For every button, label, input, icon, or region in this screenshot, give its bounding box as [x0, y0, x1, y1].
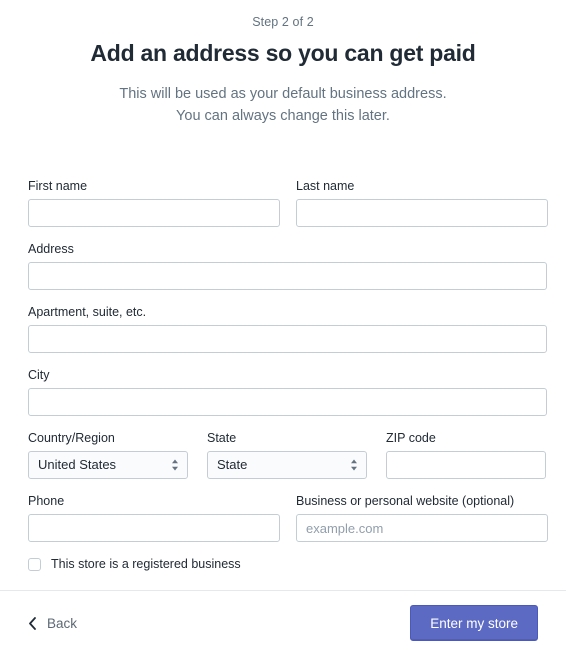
address-label: Address	[28, 242, 74, 256]
footer-bar: Back Enter my store	[0, 591, 566, 655]
address-form: First name Last name Address Apartment, …	[28, 178, 548, 572]
registered-business-row[interactable]: This store is a registered business	[28, 556, 547, 572]
page-subtitle: This will be used as your default busine…	[0, 83, 566, 127]
location-row: Country/Region United States State State	[28, 430, 547, 479]
phone-label: Phone	[28, 494, 65, 508]
city-field: City	[28, 367, 547, 416]
registered-business-label: This store is a registered business	[51, 557, 241, 571]
page-title: Add an address so you can get paid	[90, 40, 476, 66]
subtitle-line-2: You can always change this later.	[176, 108, 390, 125]
state-field: State State	[207, 430, 367, 479]
registered-business-checkbox[interactable]	[28, 557, 41, 571]
zip-field: ZIP code	[386, 430, 546, 479]
state-select[interactable]: State	[207, 451, 367, 479]
website-label: Business or personal website (optional)	[296, 494, 515, 508]
first-name-field: First name	[28, 178, 280, 227]
first-name-input[interactable]	[28, 199, 280, 227]
country-label: Country/Region	[28, 431, 115, 445]
back-button[interactable]: Back	[28, 616, 77, 631]
zip-input[interactable]	[386, 451, 546, 479]
enter-my-store-button[interactable]: Enter my store	[410, 605, 538, 641]
country-select-wrap: United States	[28, 451, 188, 479]
phone-input[interactable]	[28, 514, 280, 542]
website-input[interactable]	[296, 514, 548, 542]
state-select-wrap: State	[207, 451, 367, 479]
country-field: Country/Region United States	[28, 430, 188, 479]
city-input[interactable]	[28, 388, 547, 416]
address-input[interactable]	[28, 262, 547, 290]
city-label: City	[28, 368, 50, 382]
last-name-input[interactable]	[296, 199, 548, 227]
phone-field: Phone	[28, 493, 280, 542]
back-button-label: Back	[47, 615, 78, 631]
website-field: Business or personal website (optional)	[296, 493, 548, 542]
step-indicator: Step 2 of 2	[252, 15, 314, 29]
apartment-label: Apartment, suite, etc.	[28, 305, 147, 319]
contact-row: Phone Business or personal website (opti…	[28, 493, 548, 542]
apartment-input[interactable]	[28, 325, 547, 353]
country-select[interactable]: United States	[28, 451, 188, 479]
state-label: State	[207, 431, 237, 445]
address-field: Address	[28, 241, 547, 290]
apartment-field: Apartment, suite, etc.	[28, 304, 547, 353]
name-row: First name Last name	[28, 178, 548, 227]
subtitle-line-1: This will be used as your default busine…	[119, 86, 447, 103]
zip-label: ZIP code	[386, 431, 436, 445]
last-name-label: Last name	[296, 179, 355, 193]
last-name-field: Last name	[296, 178, 548, 227]
page-header: Step 2 of 2 Add an address so you can ge…	[0, 0, 566, 127]
chevron-left-icon	[29, 616, 36, 630]
first-name-label: First name	[28, 179, 88, 193]
